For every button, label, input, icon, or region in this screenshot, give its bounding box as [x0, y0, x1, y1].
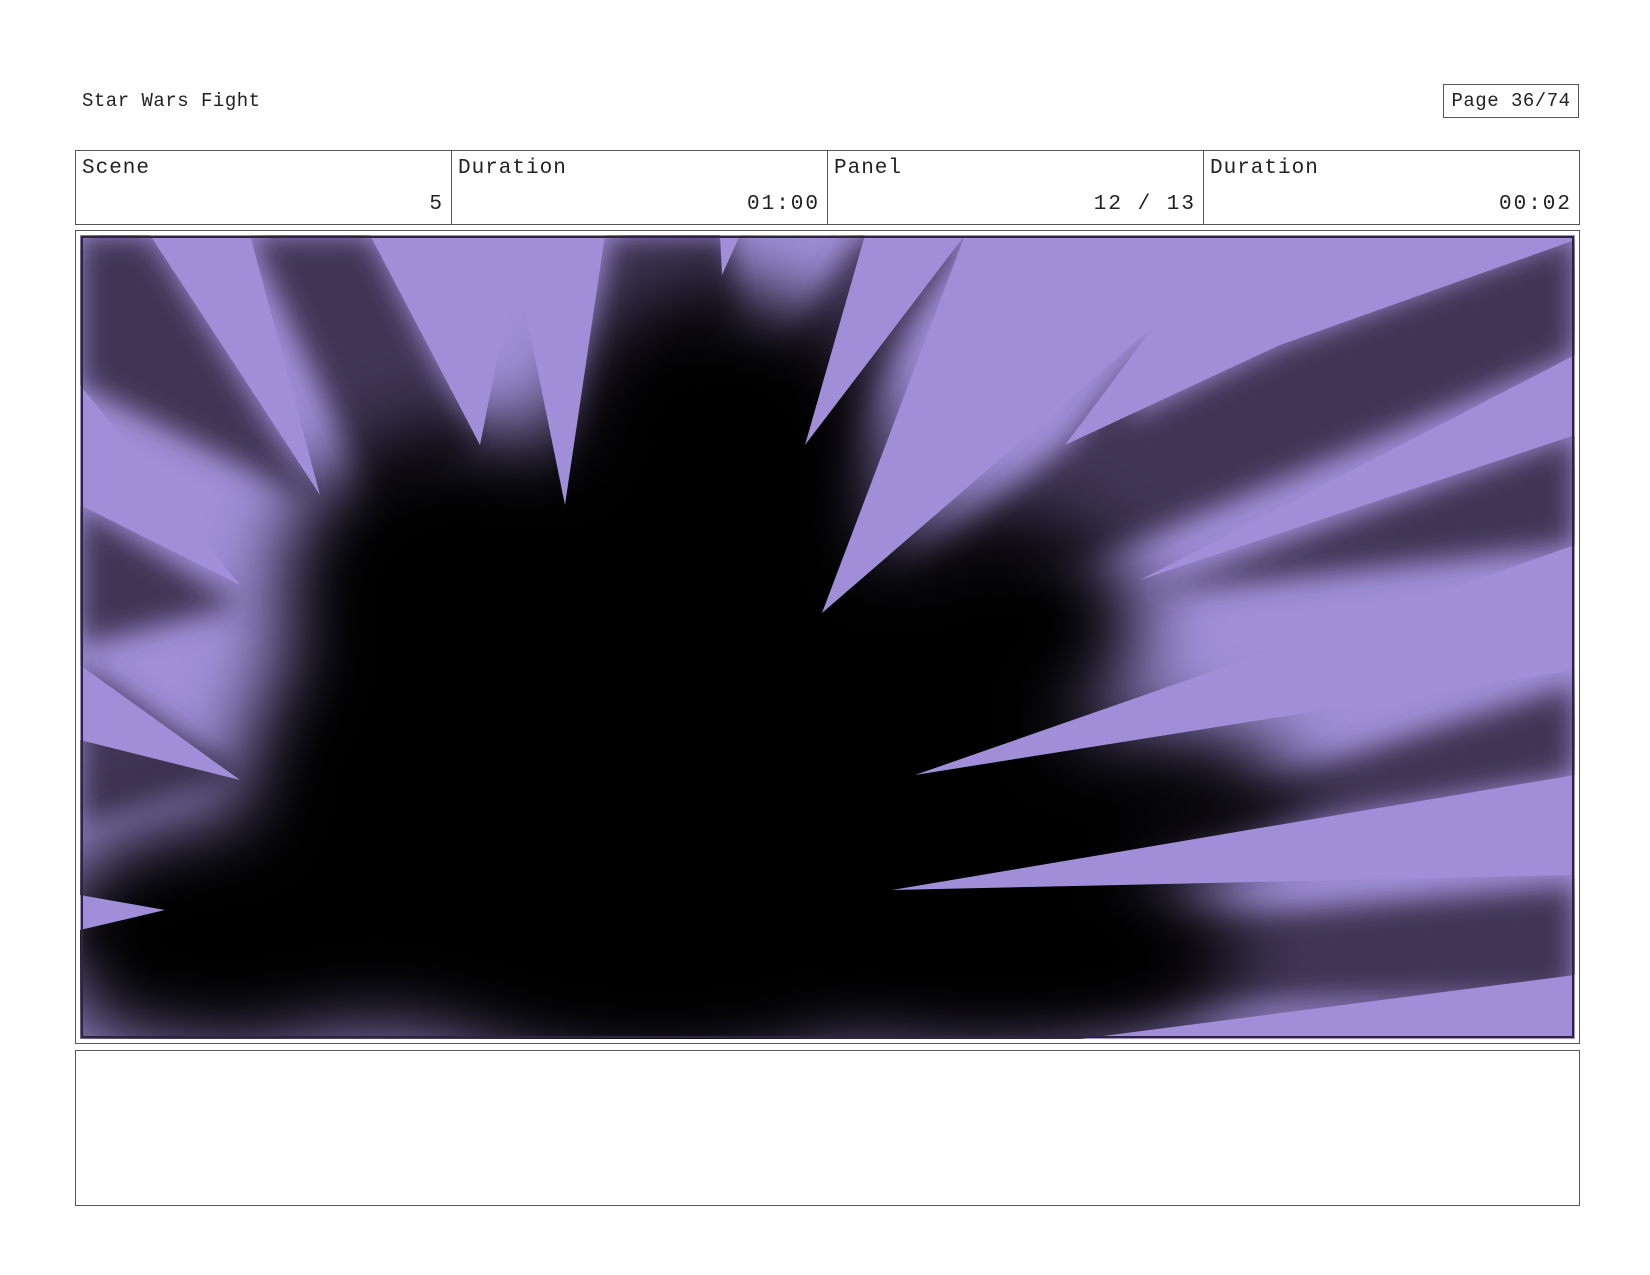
- storyboard-panel-art: [80, 235, 1575, 1039]
- scene-duration-value: 01:00: [746, 193, 820, 216]
- scene-label: Scene: [82, 157, 151, 180]
- panel-notes-box[interactable]: [75, 1050, 1580, 1206]
- panel-cell: Panel 12 / 13: [828, 151, 1204, 224]
- panel-duration-value: 00:02: [1498, 193, 1572, 216]
- panel-value: 12 / 13: [1093, 193, 1196, 216]
- scene-value: 5: [429, 193, 444, 216]
- panel-duration-cell: Duration 00:02: [1204, 151, 1579, 224]
- panel-duration-label: Duration: [1210, 157, 1319, 180]
- scene-cell: Scene 5: [76, 151, 452, 224]
- document-title: Star Wars Fight: [82, 90, 261, 112]
- panel-info-table: Scene 5 Duration 01:00 Panel 12 / 13 Dur…: [75, 150, 1580, 225]
- storyboard-panel-frame: [75, 230, 1580, 1044]
- scene-duration-label: Duration: [458, 157, 567, 180]
- panel-label: Panel: [834, 157, 903, 180]
- scene-duration-cell: Duration 01:00: [452, 151, 828, 224]
- page-indicator: Page 36/74: [1443, 84, 1579, 118]
